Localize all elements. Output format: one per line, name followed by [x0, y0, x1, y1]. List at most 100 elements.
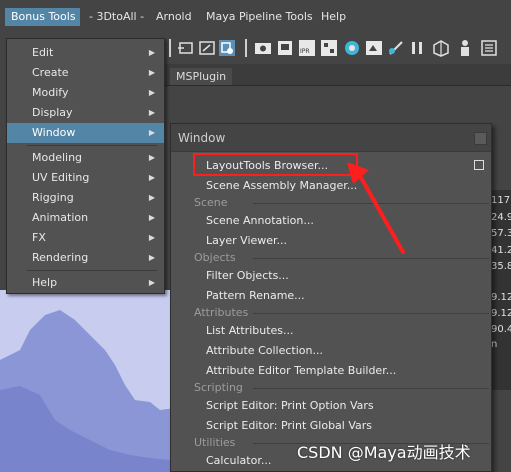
- hypershade-icon[interactable]: [343, 39, 361, 55]
- menu-item-label: FX: [32, 231, 46, 244]
- submenu-arrow-icon: ▶: [148, 278, 155, 287]
- menu-item-label: Animation: [32, 211, 89, 224]
- channel-value: 9.12: [491, 292, 511, 303]
- modeling-toolkit-icon[interactable]: [432, 39, 450, 57]
- channel-value: 41.2: [491, 245, 511, 256]
- submenu-arrow-icon: ▶: [148, 48, 155, 57]
- submenu-arrow-icon: ▶: [148, 253, 155, 262]
- menu-divider: [27, 145, 157, 146]
- menu-item-label: Rendering: [32, 251, 89, 264]
- menu-item-label: Modify: [32, 86, 69, 99]
- menu-item-rigging[interactable]: Rigging ▶: [7, 188, 164, 208]
- menu-item-label: UV Editing: [32, 171, 90, 184]
- menu-item-rendering[interactable]: Rendering ▶: [7, 248, 164, 268]
- menu-item-scene-assembly-manager[interactable]: Scene Assembly Manager...: [171, 176, 491, 196]
- menu-item-attribute-editor-template-builder[interactable]: Attribute Editor Template Builder...: [171, 361, 491, 381]
- submenu-arrow-icon: ▶: [148, 108, 155, 117]
- section-label: Objects: [194, 251, 236, 264]
- channel-value: 9.12: [491, 308, 511, 319]
- submenu-arrow-icon: ▶: [148, 233, 155, 242]
- section-label: Utilities: [194, 436, 236, 449]
- film-gate-icon[interactable]: [254, 39, 272, 55]
- menu-item-pattern-rename[interactable]: Pattern Rename...: [171, 286, 491, 306]
- input-output-icon[interactable]: [218, 39, 236, 56]
- menu-item-animation[interactable]: Animation ▶: [7, 208, 164, 228]
- channel-value: 117.: [491, 195, 511, 206]
- section-header-attributes: Attributes: [171, 305, 491, 321]
- submenu-arrow-icon: ▶: [148, 88, 155, 97]
- menu-item-label: Display: [32, 106, 73, 119]
- submenu-title-bar[interactable]: Window: [171, 124, 491, 152]
- tear-off-button[interactable]: [474, 132, 487, 145]
- separator-icon-2: [244, 39, 248, 57]
- menu-item-modeling[interactable]: Modeling ▶: [7, 148, 164, 168]
- menu-item-label: Help: [32, 276, 58, 289]
- menu-item-print-global-vars[interactable]: Script Editor: Print Global Vars: [171, 416, 491, 436]
- menubar: Bonus Tools - 3DtoAll - Arnold Maya Pipe…: [0, 0, 511, 30]
- svg-text:IPR: IPR: [300, 48, 310, 55]
- menu-arnold[interactable]: Arnold: [156, 8, 192, 26]
- watermark-text: CSDN @Maya动画技术: [297, 443, 471, 462]
- pause-icon[interactable]: [410, 39, 424, 55]
- render-settings-icon[interactable]: [320, 39, 338, 56]
- menu-item-scene-annotation[interactable]: Scene Annotation...: [171, 211, 491, 231]
- channel-value: 35.8: [491, 261, 511, 272]
- menu-item-label: Modeling: [32, 151, 83, 164]
- section-label: Attributes: [194, 306, 249, 319]
- separator-icon: [168, 39, 172, 57]
- menu-item-attribute-collection[interactable]: Attribute Collection...: [171, 341, 491, 361]
- annotation-highlight-box: [193, 153, 358, 176]
- channel-value: 57.3: [491, 228, 511, 239]
- section-header-objects: Objects: [171, 250, 491, 266]
- menu-item-list-attributes[interactable]: List Attributes...: [171, 321, 491, 341]
- section-label: Scripting: [194, 381, 243, 394]
- submenu-arrow-icon: ▶: [148, 173, 155, 182]
- menu-item-label: Edit: [32, 46, 54, 59]
- menu-item-display[interactable]: Display ▶: [7, 103, 164, 123]
- ipr-render-icon[interactable]: IPR: [298, 39, 316, 56]
- submenu-arrow-icon: ▶: [148, 128, 155, 137]
- menu-item-label: Create: [32, 66, 69, 79]
- character-controls-icon[interactable]: [456, 39, 474, 56]
- menu-3dtoall[interactable]: - 3DtoAll -: [89, 8, 144, 26]
- section-header-scripting: Scripting: [171, 380, 491, 396]
- submenu-arrow-icon: ▶: [148, 213, 155, 222]
- channel-value: 90.4: [491, 324, 511, 335]
- render-sequence-icon[interactable]: [365, 39, 383, 55]
- snap-to-view-plane-icon[interactable]: [178, 39, 196, 55]
- submenu-arrow-icon: ▶: [148, 68, 155, 77]
- menu-item-filter-objects[interactable]: Filter Objects...: [171, 266, 491, 286]
- menu-item-label: Rigging: [32, 191, 74, 204]
- menu-help[interactable]: Help: [321, 8, 346, 26]
- menu-item-modify[interactable]: Modify ▶: [7, 83, 164, 103]
- annotation-arrow-icon: [347, 162, 405, 254]
- menu-item-create[interactable]: Create ▶: [7, 63, 164, 83]
- snap-to-live-icon[interactable]: [198, 39, 216, 55]
- menu-item-layer-viewer[interactable]: Layer Viewer...: [171, 231, 491, 251]
- attribute-editor-icon[interactable]: [480, 39, 498, 56]
- section-header-scene: Scene: [171, 195, 491, 211]
- bonus-tools-menu: Edit ▶ Create ▶ Modify ▶ Display ▶ Window ▶ M…: [6, 38, 165, 294]
- menu-bonus-tools[interactable]: Bonus Tools: [5, 8, 80, 26]
- menu-item-window[interactable]: Window ▶: [7, 123, 164, 143]
- brush-tool-icon[interactable]: [387, 39, 405, 55]
- menu-item-help[interactable]: Help ▶: [7, 273, 164, 293]
- menu-item-uv-editing[interactable]: UV Editing ▶: [7, 168, 164, 188]
- tab-msplugin[interactable]: MSPlugin: [170, 68, 233, 85]
- menu-item-edit[interactable]: Edit ▶: [7, 43, 164, 63]
- section-label: Scene: [194, 196, 228, 209]
- status-toolbar: IPR: [160, 33, 511, 63]
- menu-item-label: Window: [32, 126, 76, 139]
- render-view-icon[interactable]: [276, 39, 294, 55]
- submenu-arrow-icon: ▶: [148, 153, 155, 162]
- menu-item-fx[interactable]: FX ▶: [7, 228, 164, 248]
- shelf-tab-bar: MSPlugin: [160, 64, 511, 86]
- submenu-arrow-icon: ▶: [148, 193, 155, 202]
- channel-value: 24.9: [491, 212, 511, 223]
- menu-divider-2: [27, 270, 157, 271]
- channel-box-values: 117. 24.9 57.3 41.2 35.8 9.12 9.12 90.4 …: [489, 190, 511, 390]
- submenu-title: Window: [178, 131, 226, 145]
- option-box-icon[interactable]: [474, 160, 484, 170]
- menu-maya-pipeline-tools[interactable]: Maya Pipeline Tools: [206, 8, 313, 26]
- menu-item-print-option-vars[interactable]: Script Editor: Print Option Vars: [171, 396, 491, 416]
